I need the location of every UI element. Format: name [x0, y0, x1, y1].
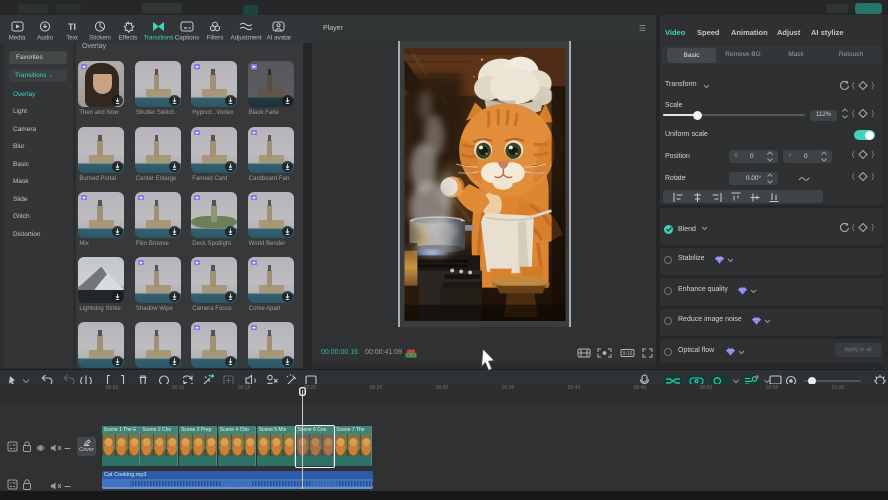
svg-text:Effects: Effects — [119, 35, 138, 42]
svg-text:Adjustment: Adjustment — [231, 35, 262, 42]
svg-text:9:16: 9:16 — [623, 351, 633, 357]
svg-text:Audio: Audio — [37, 35, 53, 42]
svg-text:Filters: Filters — [207, 35, 224, 42]
svg-text:Stickers: Stickers — [89, 35, 111, 42]
svg-text:TI: TI — [68, 22, 76, 32]
svg-text:Media: Media — [9, 35, 26, 42]
svg-text:AI avatar: AI avatar — [267, 35, 292, 42]
svg-text:Transitions: Transitions — [143, 35, 173, 42]
svg-text:Text: Text — [66, 35, 78, 42]
svg-text:Captions: Captions — [175, 35, 199, 42]
